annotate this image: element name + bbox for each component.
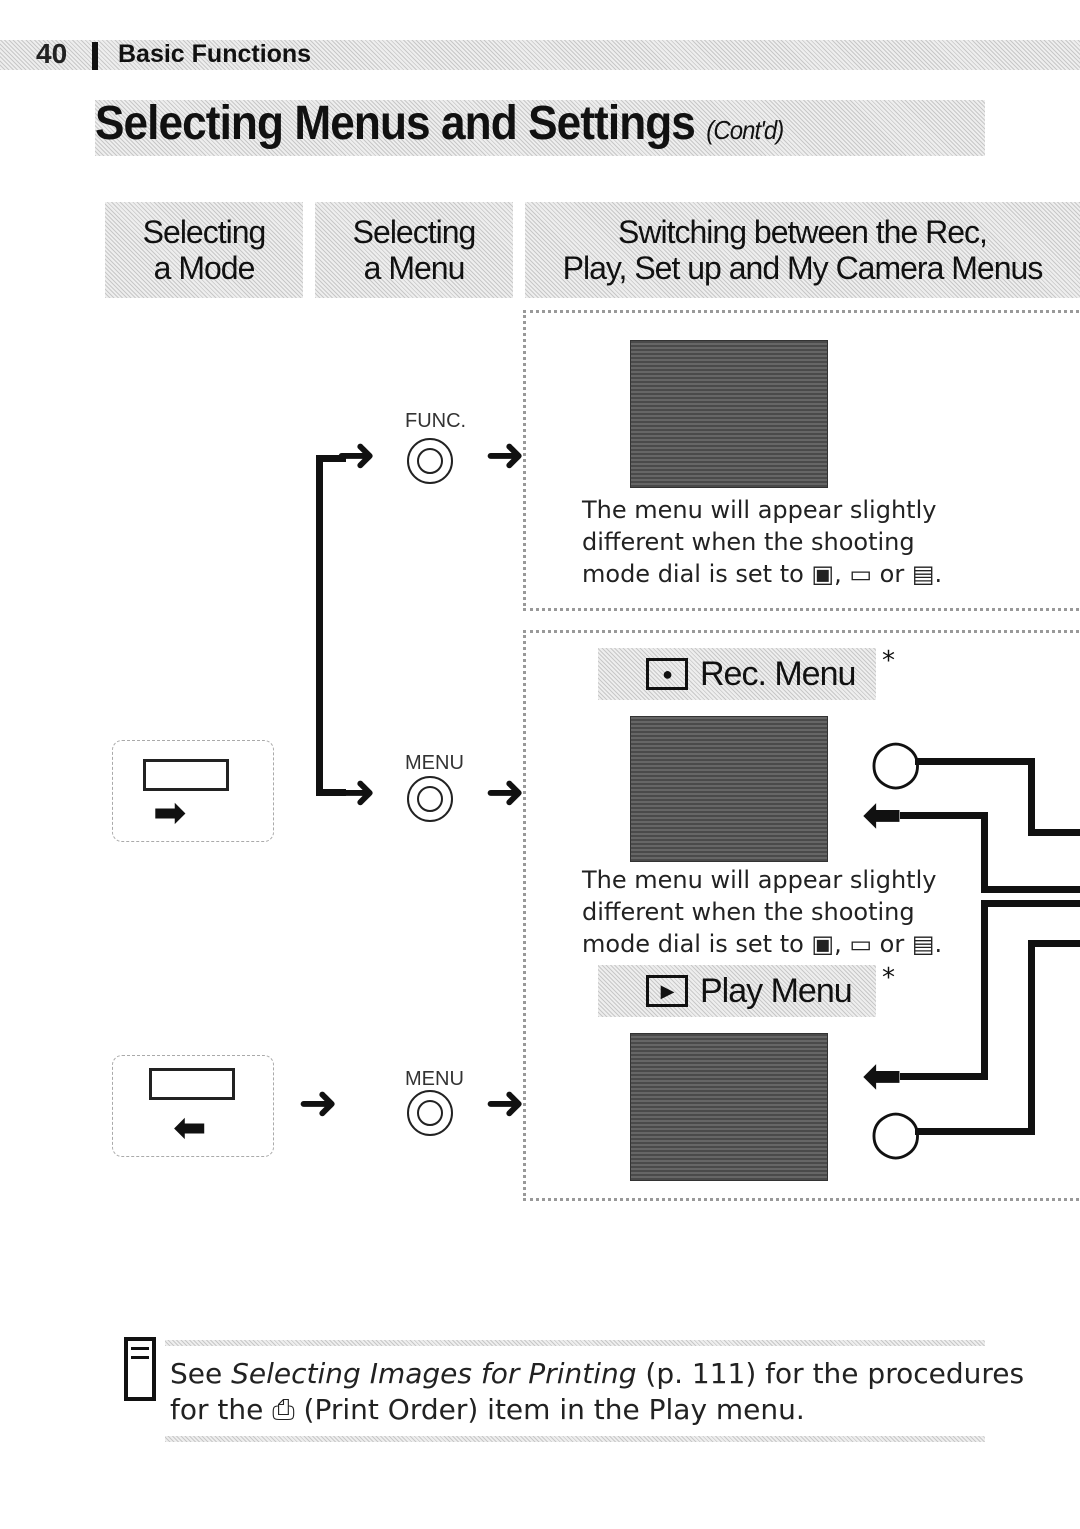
manual-page: 40 Basic Functions Selecting Menus and S… bbox=[0, 0, 1080, 1529]
note-line: mode dial is set to ▣, ▭ or ▤. bbox=[582, 560, 943, 588]
title-main: Selecting Menus and Settings bbox=[95, 97, 696, 150]
note-line: different when the shooting bbox=[582, 528, 915, 556]
connector-line bbox=[915, 758, 1035, 765]
arrow-left-icon: ⬅ bbox=[173, 1105, 207, 1151]
page-title: Selecting Menus and Settings (Cont'd) bbox=[95, 96, 784, 151]
play-icon: ▶ bbox=[646, 975, 688, 1007]
connector-line bbox=[316, 455, 323, 795]
footer-reference: Selecting Images for Printing bbox=[231, 1357, 637, 1390]
connector-line bbox=[981, 900, 1080, 907]
connector-line bbox=[1028, 940, 1035, 1135]
rec-menu-screen bbox=[630, 716, 828, 862]
menu-button[interactable] bbox=[407, 1090, 453, 1136]
arrow-right-icon: ➜ bbox=[336, 427, 377, 483]
menu-label: MENU bbox=[405, 1068, 464, 1090]
rec-note: The menu will appear slightly different … bbox=[582, 864, 942, 960]
control-dial-icon: ◯ bbox=[870, 735, 922, 789]
play-menu-heading: ▶ Play Menu bbox=[598, 965, 876, 1017]
connector-line bbox=[1028, 758, 1035, 836]
tab-line: Switching between the Rec, bbox=[618, 214, 988, 250]
arrow-left-icon: ⬅ bbox=[862, 1048, 903, 1104]
mode-switch-icon bbox=[149, 1068, 235, 1100]
connector-line bbox=[900, 812, 988, 819]
mode-switch-play-illustration: ⬅ bbox=[112, 1055, 274, 1157]
func-button[interactable] bbox=[407, 438, 453, 484]
connector-line bbox=[1028, 829, 1080, 836]
connector-line bbox=[900, 1073, 988, 1080]
func-menu-screen bbox=[630, 340, 828, 488]
connector-line bbox=[981, 812, 988, 892]
menu-button[interactable] bbox=[407, 776, 453, 822]
footer-text: (p. 111) for the procedures bbox=[636, 1357, 1025, 1390]
mode-switch-rec-illustration: ➡ bbox=[112, 740, 274, 842]
footer-line-1: See Selecting Images for Printing (p. 11… bbox=[170, 1356, 1024, 1392]
tab-selecting-menu: Selecting a Menu bbox=[315, 202, 513, 298]
note-line: The menu will appear slightly bbox=[582, 866, 937, 894]
arrow-right-icon: ➜ bbox=[298, 1075, 339, 1131]
arrow-right-icon: ➜ bbox=[336, 764, 377, 820]
tab-line: Play, Set up and My Camera Menus bbox=[562, 250, 1044, 286]
divider bbox=[165, 1340, 985, 1346]
func-label: FUNC. bbox=[405, 410, 467, 432]
asterisk: * bbox=[882, 646, 895, 676]
note-line: The menu will appear slightly bbox=[582, 496, 937, 524]
control-dial-icon: ◯ bbox=[870, 1105, 922, 1159]
tab-switching-menus: Switching between the Rec, Play, Set up a… bbox=[525, 202, 1080, 298]
play-menu-screen bbox=[630, 1033, 828, 1181]
asterisk: * bbox=[882, 963, 895, 993]
connector-line bbox=[981, 886, 1080, 893]
footer-note: See Selecting Images for Printing (p. 11… bbox=[170, 1356, 1024, 1428]
memo-icon bbox=[124, 1337, 156, 1401]
play-menu-label: Play Menu bbox=[700, 971, 853, 1010]
rec-menu-label: Rec. Menu bbox=[700, 654, 856, 693]
connector-line bbox=[1028, 940, 1080, 947]
tab-line: a Mode bbox=[153, 250, 256, 286]
header-divider bbox=[92, 42, 98, 70]
arrow-right-icon: ➜ bbox=[485, 427, 526, 483]
connector-line bbox=[981, 900, 988, 1080]
rec-menu-heading: ● Rec. Menu bbox=[598, 648, 876, 700]
tab-line: Selecting bbox=[142, 214, 267, 250]
page-number: 40 bbox=[36, 38, 68, 69]
note-line: different when the shooting bbox=[582, 898, 915, 926]
menu-label: MENU bbox=[405, 752, 464, 774]
rec-icon: ● bbox=[646, 658, 688, 690]
connector-line bbox=[915, 1128, 1035, 1135]
mode-switch-icon bbox=[143, 759, 229, 791]
tab-selecting-mode: Selecting a Mode bbox=[105, 202, 303, 298]
footer-text: See bbox=[170, 1357, 232, 1390]
arrow-right-icon: ➜ bbox=[485, 1075, 526, 1131]
section-title: Basic Functions bbox=[118, 40, 312, 68]
arrow-left-icon: ⬅ bbox=[862, 787, 903, 843]
tab-line: Selecting bbox=[352, 214, 477, 250]
arrow-right-icon: ➜ bbox=[485, 764, 526, 820]
divider bbox=[165, 1436, 985, 1442]
arrow-right-icon: ➡ bbox=[153, 790, 187, 836]
footer-line-2: for the ⎙ (Print Order) item in the Play… bbox=[170, 1393, 805, 1426]
tab-line: a Menu bbox=[363, 250, 466, 286]
title-suffix: (Cont'd) bbox=[706, 115, 784, 145]
func-note: The menu will appear slightly different … bbox=[582, 494, 942, 590]
note-line: mode dial is set to ▣, ▭ or ▤. bbox=[582, 930, 943, 958]
